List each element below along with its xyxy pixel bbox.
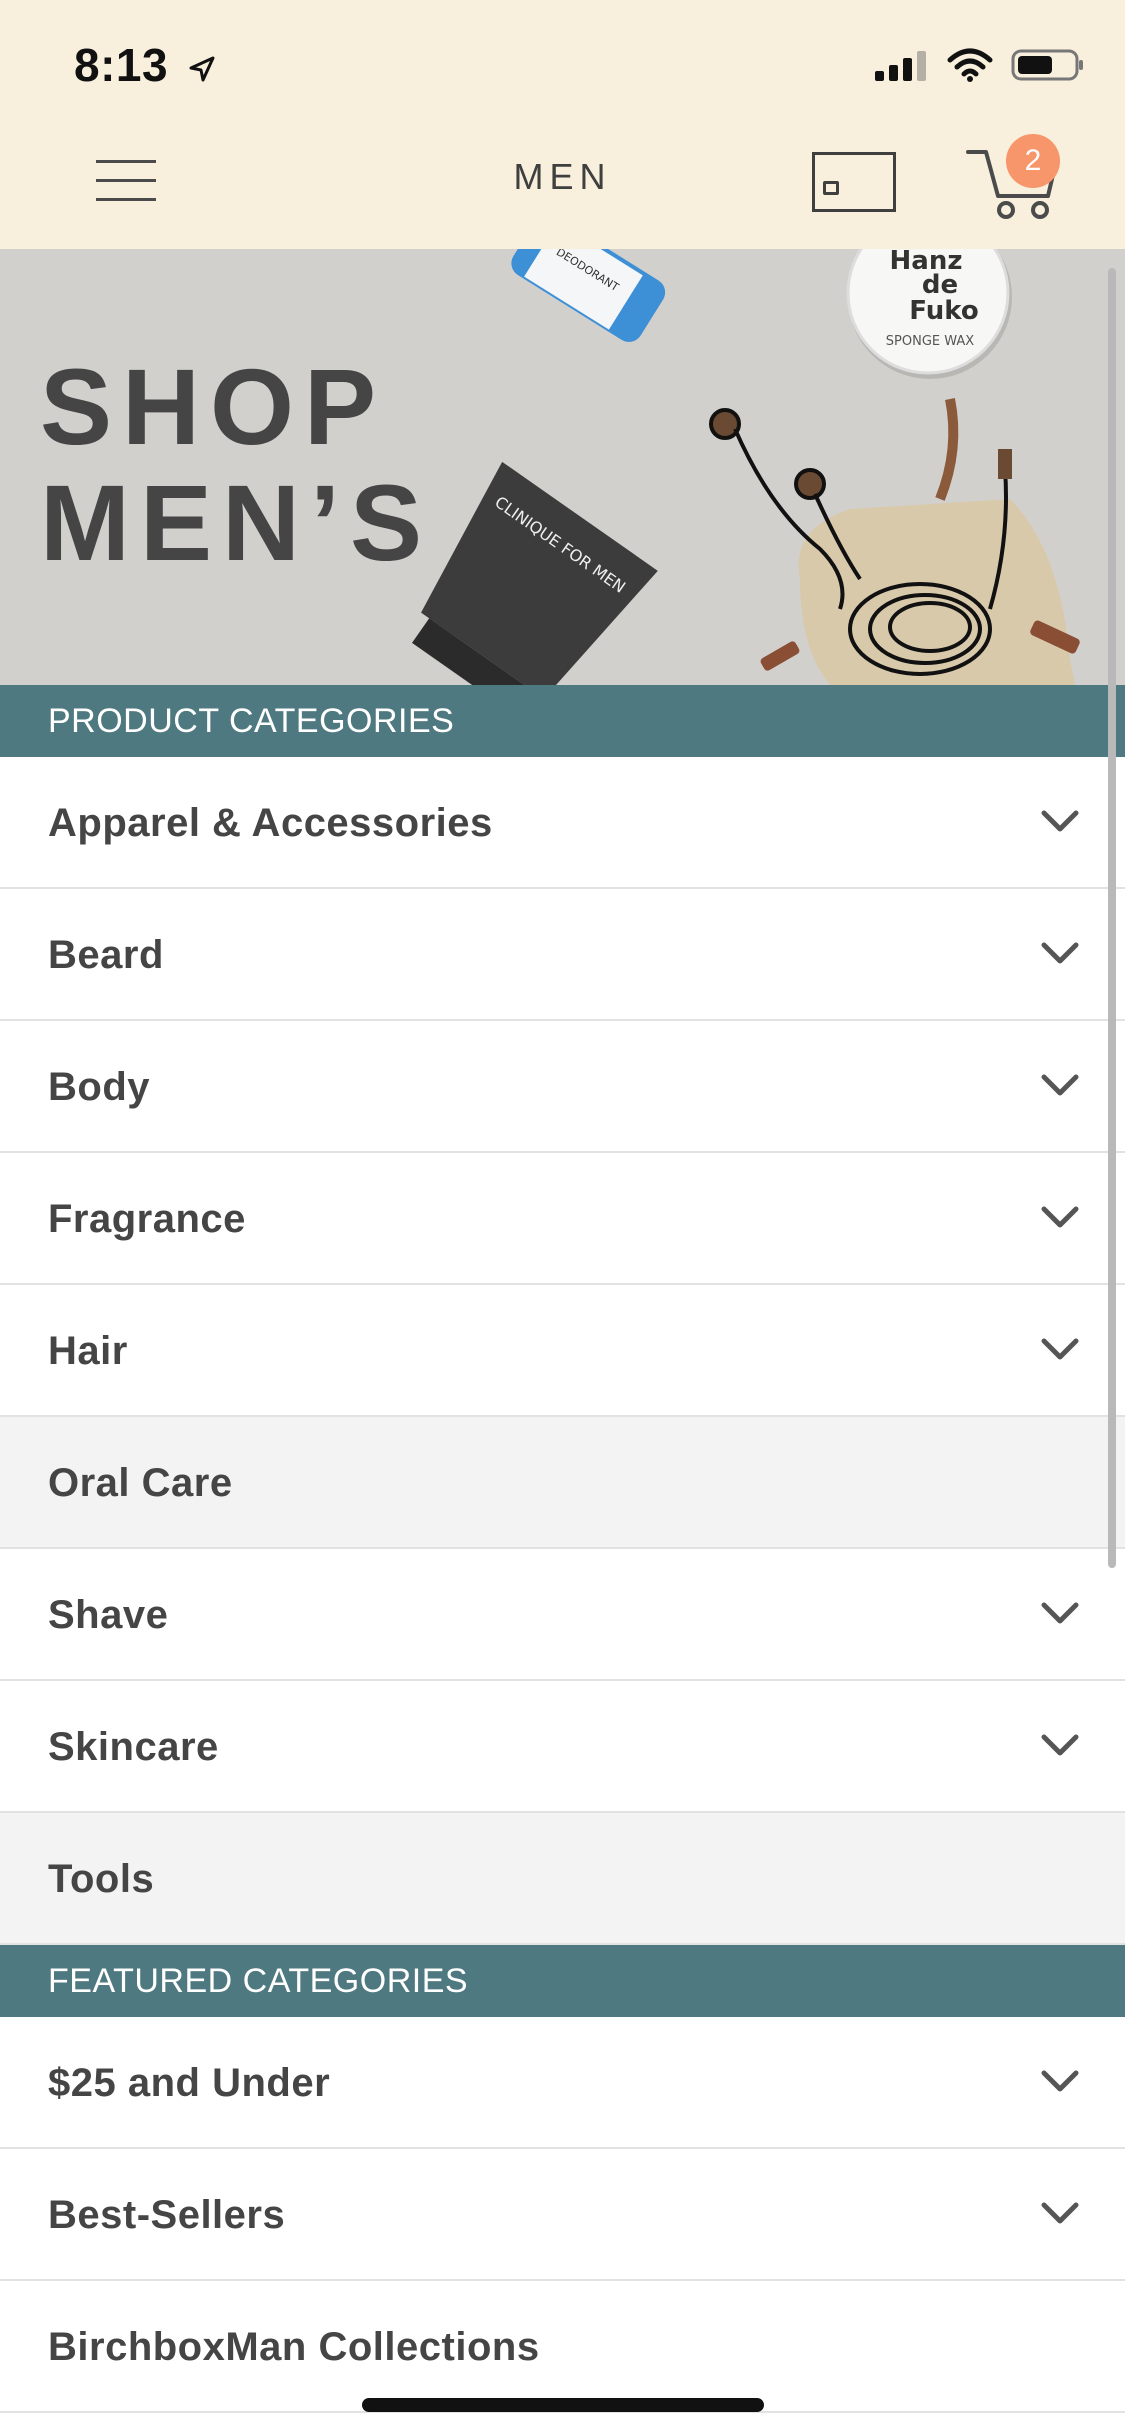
- category-label: Skincare: [48, 1725, 219, 1769]
- featured-categories-header: FEATURED CATEGORIES: [0, 1945, 1125, 2017]
- category-label: Shave: [48, 1593, 169, 1637]
- category-row-body[interactable]: Body: [0, 1021, 1125, 1153]
- home-indicator[interactable]: [362, 2398, 764, 2412]
- category-row-hair[interactable]: Hair: [0, 1285, 1125, 1417]
- signal-icon: [875, 51, 926, 81]
- chevron-down-icon: [1041, 942, 1079, 964]
- status-time: 8:13: [74, 38, 217, 92]
- face-scrub-tube-image: CLINIQUE FOR MEN: [412, 461, 658, 685]
- category-row-fragrance[interactable]: Fragrance: [0, 1153, 1125, 1285]
- gift-card-button[interactable]: [812, 152, 896, 212]
- category-label: Apparel & Accessories: [48, 801, 493, 845]
- category-row-25-and-under[interactable]: $25 and Under: [0, 2017, 1125, 2149]
- category-label: $25 and Under: [48, 2061, 331, 2105]
- category-label: Best-Sellers: [48, 2193, 286, 2237]
- category-label: Tools: [48, 1857, 155, 1901]
- status-icons: [875, 48, 1085, 82]
- menu-icon-bar: [96, 198, 156, 201]
- status-time-text: 8:13: [74, 39, 169, 91]
- product-categories-header: PRODUCT CATEGORIES: [0, 685, 1125, 757]
- category-row-birchboxman-collections[interactable]: BirchboxMan Collections: [0, 2281, 1125, 2413]
- category-label: BirchboxMan Collections: [48, 2325, 540, 2369]
- category-row-skincare[interactable]: Skincare: [0, 1681, 1125, 1813]
- chevron-down-icon: [1041, 1206, 1079, 1228]
- hero-banner[interactable]: SHOP MEN’S DEODORANT CLINIQUE FOR MEN Ha…: [0, 249, 1125, 685]
- linen-pouch-image: [760, 398, 1080, 685]
- page-title: MEN: [513, 156, 612, 197]
- category-row-tools[interactable]: Tools: [0, 1813, 1125, 1945]
- chevron-down-icon: [1041, 1602, 1079, 1624]
- category-label: Hair: [48, 1329, 128, 1373]
- hero-product-illustration: DEODORANT CLINIQUE FOR MEN Hanz de Fuko …: [412, 249, 1080, 685]
- chevron-down-icon: [1041, 2202, 1079, 2224]
- chevron-down-icon: [1041, 1734, 1079, 1756]
- cart-count-badge: 2: [1006, 134, 1060, 188]
- category-row-oral-care[interactable]: Oral Care: [0, 1417, 1125, 1549]
- sponge-wax-jar-image: Hanz de Fuko SPONGE WAX: [846, 249, 1012, 379]
- chevron-down-icon: [1041, 1338, 1079, 1360]
- category-row-beard[interactable]: Beard: [0, 889, 1125, 1021]
- category-label: Oral Care: [48, 1461, 233, 1505]
- gift-card-icon: [823, 181, 839, 195]
- chevron-down-icon: [1041, 1074, 1079, 1096]
- category-row-apparel-accessories[interactable]: Apparel & Accessories: [0, 757, 1125, 889]
- category-label: Fragrance: [48, 1197, 246, 1241]
- chevron-down-icon: [1041, 810, 1079, 832]
- top-bar: 8:13 MEN 2: [0, 0, 1125, 249]
- category-row-best-sellers[interactable]: Best-Sellers: [0, 2149, 1125, 2281]
- jar-product-label: SPONGE WAX: [886, 334, 975, 349]
- jar-brand-line3: Fuko: [909, 296, 978, 326]
- category-label: Beard: [48, 933, 164, 977]
- battery-icon: [1011, 49, 1083, 81]
- chevron-down-icon: [1041, 2070, 1079, 2092]
- scrollbar[interactable]: [1108, 268, 1116, 1568]
- deodorant-stick-image: DEODORANT: [511, 249, 666, 342]
- category-label: Body: [48, 1065, 150, 1109]
- category-row-shave[interactable]: Shave: [0, 1549, 1125, 1681]
- location-arrow-icon: [189, 56, 215, 82]
- wifi-icon: [947, 48, 993, 82]
